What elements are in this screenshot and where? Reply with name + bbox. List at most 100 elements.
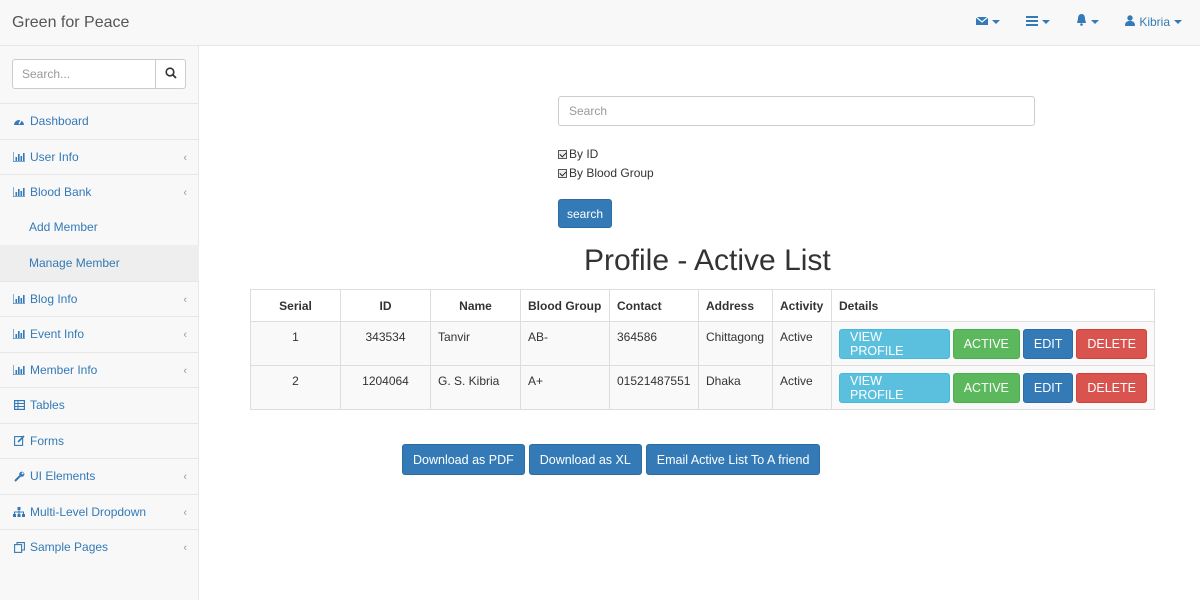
table-row: 1 343534 Tanvir AB- 364586 Chittagong Ac… <box>250 321 1155 366</box>
edit-icon <box>13 435 25 447</box>
chevron-left-icon: ‹ <box>183 187 187 199</box>
member-search-input[interactable] <box>558 96 1035 126</box>
sidebar-search <box>12 59 186 89</box>
sidebar-search-button[interactable] <box>156 59 186 89</box>
chevron-left-icon: ‹ <box>183 364 187 377</box>
chevron-left-icon: ‹ <box>183 329 187 341</box>
column-header: Contact <box>609 289 699 322</box>
sidebar-item-label: UI Elements <box>30 469 96 484</box>
chevron-down-icon <box>1091 19 1100 24</box>
chevron-down-icon <box>1042 19 1051 24</box>
table-header-row: Serial ID Name Blood Group Contact Addre… <box>250 289 1155 322</box>
bar-chart-icon <box>13 186 25 198</box>
delete-button[interactable]: DELETE <box>1076 329 1147 359</box>
alerts-dropdown[interactable] <box>1076 14 1100 29</box>
sidebar-item-manage-member[interactable]: Manage Member <box>0 245 199 281</box>
row-actions: VIEW PROFILE ACTIVE EDIT DELETE <box>839 373 1147 403</box>
by-id-label: By ID <box>569 147 599 161</box>
filter-by-blood-group[interactable]: By Blood Group <box>558 166 654 180</box>
delete-button[interactable]: DELETE <box>1076 373 1147 403</box>
cell-blood-group: AB- <box>520 321 610 366</box>
cell-blood-group: A+ <box>520 365 610 410</box>
view-profile-button[interactable]: VIEW PROFILE <box>839 373 950 403</box>
sidebar-item-forms[interactable]: Forms <box>0 422 199 459</box>
sidebar-item-multi-level-dropdown[interactable]: Multi-Level Dropdown ‹ <box>0 493 199 530</box>
edit-button[interactable]: EDIT <box>1022 329 1074 359</box>
cell-details: VIEW PROFILE ACTIVE EDIT DELETE <box>831 321 1155 366</box>
sidebar-item-label: Dashboard <box>30 114 89 129</box>
cell-contact: 364586 <box>609 321 699 366</box>
sidebar-item-tables[interactable]: Tables <box>0 387 199 423</box>
cell-serial: 2 <box>250 365 341 410</box>
by-blood-group-checkbox[interactable] <box>558 168 567 178</box>
chevron-down-icon <box>1174 19 1182 24</box>
export-actions: Download as PDF Download as XL Email Act… <box>402 444 821 475</box>
top-nav-links: Kibria <box>950 14 1182 29</box>
cell-activity: Active <box>772 321 832 366</box>
sidebar-item-label: Event Info <box>30 327 85 342</box>
by-blood-group-label: By Blood Group <box>569 166 654 180</box>
bar-chart-icon <box>13 364 25 376</box>
top-navbar: Green for Peace Kibria <box>0 0 1200 46</box>
sidebar-item-label: User Info <box>30 149 79 164</box>
chevron-left-icon: ‹ <box>183 293 187 306</box>
active-button[interactable]: ACTIVE <box>952 329 1020 359</box>
sidebar-item-blood-bank[interactable]: Blood Bank ‹ <box>0 174 199 210</box>
chevron-left-icon: ‹ <box>183 506 187 519</box>
wrench-icon <box>13 470 25 482</box>
sidebar-item-label: Blog Info <box>30 291 78 306</box>
download-xl-button[interactable]: Download as XL <box>528 444 642 475</box>
download-pdf-button[interactable]: Download as PDF <box>402 444 525 475</box>
sidebar-item-blog-info[interactable]: Blog Info ‹ <box>0 280 199 317</box>
sidebar-item-label: Member Info <box>30 362 98 377</box>
sidebar-item-label: Sample Pages <box>30 540 109 555</box>
column-header: Details <box>831 289 1155 322</box>
column-header: Serial <box>250 289 341 322</box>
sidebar: Dashboard User Info ‹ Blood Bank ‹ Add M… <box>0 46 199 600</box>
column-header: Activity <box>772 289 832 322</box>
brand-title[interactable]: Green for Peace <box>12 14 129 32</box>
cell-id: 343534 <box>340 321 431 366</box>
files-icon <box>13 541 25 553</box>
table-icon <box>13 399 25 411</box>
active-button[interactable]: ACTIVE <box>952 373 1020 403</box>
sidebar-item-label: Manage Member <box>29 255 120 270</box>
sidebar-item-label: Multi-Level Dropdown <box>30 504 147 519</box>
user-dropdown[interactable]: Kibria <box>1125 15 1182 29</box>
bar-chart-icon <box>13 328 25 340</box>
sidebar-item-user-info[interactable]: User Info ‹ <box>0 138 199 175</box>
email-list-button[interactable]: Email Active List To A friend <box>645 444 821 475</box>
by-id-checkbox[interactable] <box>558 149 567 159</box>
sidebar-item-dashboard[interactable]: Dashboard <box>0 103 199 139</box>
edit-button[interactable]: EDIT <box>1022 373 1074 403</box>
sidebar-item-member-info[interactable]: Member Info ‹ <box>0 351 199 388</box>
column-header: Blood Group <box>520 289 610 322</box>
column-header: Name <box>430 289 521 322</box>
sidebar-search-input[interactable] <box>12 59 156 89</box>
filter-by-id[interactable]: By ID <box>558 147 598 161</box>
tasks-dropdown[interactable] <box>1026 15 1051 29</box>
view-profile-button[interactable]: VIEW PROFILE <box>839 329 950 359</box>
cell-id: 1204064 <box>340 365 431 410</box>
table-row: 2 1204064 G. S. Kibria A+ 01521487551 Dh… <box>250 365 1155 410</box>
bar-chart-icon <box>13 151 25 163</box>
sidebar-item-sample-pages[interactable]: Sample Pages ‹ <box>0 529 199 565</box>
dashboard-icon <box>13 115 25 127</box>
column-header: ID <box>340 289 431 322</box>
chevron-left-icon: ‹ <box>183 471 187 483</box>
search-button[interactable]: search <box>558 199 612 228</box>
search-icon <box>164 66 177 82</box>
sitemap-icon <box>13 506 25 518</box>
tasks-icon <box>1026 15 1039 29</box>
sidebar-item-event-info[interactable]: Event Info ‹ <box>0 316 199 352</box>
sidebar-item-add-member[interactable]: Add Member <box>0 210 199 246</box>
bar-chart-icon <box>13 293 25 305</box>
column-header: Address <box>698 289 773 322</box>
user-icon <box>1125 14 1136 29</box>
messages-dropdown[interactable] <box>975 15 1001 29</box>
cell-address: Chittagong <box>698 321 773 366</box>
row-actions: VIEW PROFILE ACTIVE EDIT DELETE <box>839 329 1147 359</box>
sidebar-item-label: Add Member <box>29 220 98 235</box>
bell-icon <box>1076 14 1087 29</box>
sidebar-item-ui-elements[interactable]: UI Elements ‹ <box>0 458 199 494</box>
